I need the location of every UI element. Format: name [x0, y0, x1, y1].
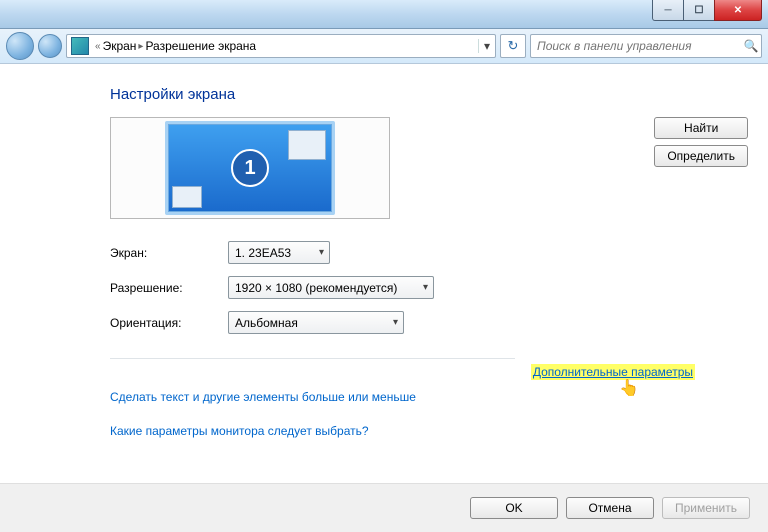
display-select[interactable]: 1. 23EA53 — [228, 241, 330, 264]
ok-button[interactable]: OK — [470, 497, 558, 519]
monitor-thumbnail[interactable]: 1 — [165, 121, 335, 215]
advanced-settings-link[interactable]: Дополнительные параметры — [531, 364, 695, 380]
orientation-value: Альбомная — [235, 316, 298, 330]
dialog-footer: OK Отмена Применить — [0, 483, 768, 532]
control-panel-window: ─ ☐ ✕ « Экран ▸ Разрешение экрана ▾ ↻ 🔍 … — [0, 0, 768, 532]
window-caption-buttons: ─ ☐ ✕ — [653, 0, 762, 20]
display-row: Экран: 1. 23EA53 — [110, 241, 748, 264]
orientation-row: Ориентация: Альбомная — [110, 311, 748, 334]
nav-back-button[interactable] — [6, 32, 34, 60]
identify-button[interactable]: Определить — [654, 145, 748, 167]
minimize-button[interactable]: ─ — [652, 0, 684, 21]
refresh-button[interactable]: ↻ — [500, 34, 526, 58]
search-box[interactable]: 🔍 — [530, 34, 762, 58]
orientation-label: Ориентация: — [110, 316, 228, 330]
advanced-row: Дополнительные параметры 👆 — [110, 364, 695, 380]
which-monitor-link[interactable]: Какие параметры монитора следует выбрать… — [110, 424, 369, 438]
breadcrumb-current[interactable]: Разрешение экрана — [145, 39, 256, 53]
search-icon[interactable]: 🔍 — [741, 39, 761, 53]
chevron-right-icon: ▸ — [138, 41, 143, 52]
mini-window-icon — [288, 130, 326, 160]
find-button[interactable]: Найти — [654, 117, 748, 139]
mini-taskbar-icon — [172, 186, 202, 208]
breadcrumb-dropdown[interactable]: ▾ — [478, 39, 495, 53]
text-size-link[interactable]: Сделать текст и другие элементы больше и… — [110, 390, 416, 404]
resolution-label: Разрешение: — [110, 281, 228, 295]
close-button[interactable]: ✕ — [714, 0, 762, 21]
monitor-number-badge: 1 — [231, 149, 269, 187]
chevron-left-icon: « — [95, 41, 101, 52]
orientation-select[interactable]: Альбомная — [228, 311, 404, 334]
cancel-button[interactable]: Отмена — [566, 497, 654, 519]
preview-buttons: Найти Определить — [654, 117, 748, 219]
display-icon — [71, 37, 89, 55]
breadcrumb[interactable]: « Экран ▸ Разрешение экрана ▾ — [66, 34, 496, 58]
search-input[interactable] — [531, 39, 741, 53]
divider — [110, 358, 515, 359]
resolution-row: Разрешение: 1920 × 1080 (рекомендуется) — [110, 276, 748, 299]
apply-button[interactable]: Применить — [662, 497, 750, 519]
display-value: 1. 23EA53 — [235, 246, 291, 260]
content-area: Настройки экрана 1 Найти Определить Экра… — [0, 64, 768, 448]
resolution-select[interactable]: 1920 × 1080 (рекомендуется) — [228, 276, 434, 299]
display-label: Экран: — [110, 246, 228, 260]
maximize-button[interactable]: ☐ — [683, 0, 715, 21]
page-title: Настройки экрана — [110, 86, 748, 103]
resolution-value: 1920 × 1080 (рекомендуется) — [235, 281, 397, 295]
display-preview-row: 1 Найти Определить — [110, 117, 748, 219]
titlebar: ─ ☐ ✕ — [0, 0, 768, 29]
breadcrumb-root[interactable]: Экран — [103, 39, 137, 53]
navigation-bar: « Экран ▸ Разрешение экрана ▾ ↻ 🔍 — [0, 29, 768, 64]
display-preview[interactable]: 1 — [110, 117, 390, 219]
nav-forward-button[interactable] — [38, 34, 62, 58]
